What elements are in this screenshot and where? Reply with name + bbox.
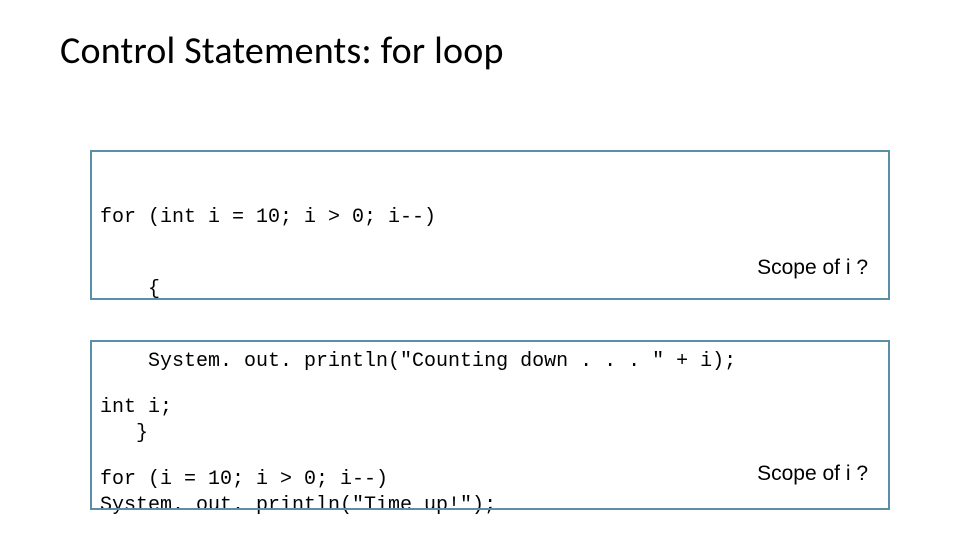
code-line: { bbox=[100, 278, 880, 302]
code-line: for (int i = 10; i > 0; i--) bbox=[100, 206, 880, 230]
page-title: Control Statements: for loop bbox=[60, 28, 504, 74]
code-box-2: int i; for (i = 10; i > 0; i--) { System… bbox=[90, 340, 890, 510]
code-line: int i; bbox=[100, 396, 880, 420]
scope-annotation-2: Scope of i ? bbox=[757, 462, 868, 486]
slide: Control Statements: for loop for (int i … bbox=[0, 0, 960, 540]
scope-annotation-1: Scope of i ? bbox=[757, 256, 868, 280]
code-block-2: int i; for (i = 10; i > 0; i--) { System… bbox=[100, 348, 880, 540]
code-box-1: for (int i = 10; i > 0; i--) { System. o… bbox=[90, 150, 890, 300]
